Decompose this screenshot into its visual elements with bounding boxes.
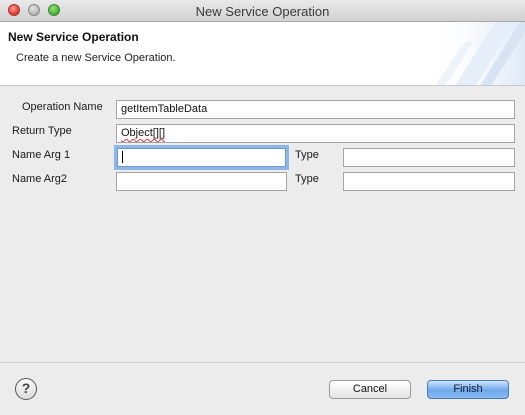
cancel-button[interactable]: Cancel (329, 380, 411, 399)
name-arg2-field[interactable] (116, 172, 287, 191)
text-caret (122, 151, 123, 164)
operation-name-value: getItemTableData (121, 103, 208, 115)
name-arg1-field[interactable] (117, 148, 286, 167)
return-type-value: Object[][] (121, 127, 166, 139)
finish-button[interactable]: Finish (427, 380, 509, 399)
type-arg1-field[interactable] (343, 148, 515, 167)
type-arg2-label: Type (295, 173, 319, 185)
return-type-label: Return Type (12, 125, 72, 137)
footer-separator (0, 362, 525, 363)
wizard-banner-image (425, 22, 525, 85)
header-description: Create a new Service Operation. (16, 52, 176, 64)
name-arg2-label: Name Arg2 (12, 173, 68, 185)
wizard-header: New Service Operation Create a new Servi… (0, 22, 525, 86)
window-title: New Service Operation (195, 4, 330, 19)
type-arg1-label: Type (295, 149, 319, 161)
type-arg2-field[interactable] (343, 172, 515, 191)
header-title: New Service Operation (8, 30, 139, 44)
help-icon[interactable]: ? (15, 378, 37, 400)
return-type-field[interactable]: Object[][] (116, 124, 515, 143)
operation-name-label: Operation Name (22, 101, 103, 113)
name-arg1-label: Name Arg 1 (12, 149, 71, 161)
operation-name-field[interactable]: getItemTableData (116, 100, 515, 119)
title-bar: New Service Operation (0, 0, 525, 22)
